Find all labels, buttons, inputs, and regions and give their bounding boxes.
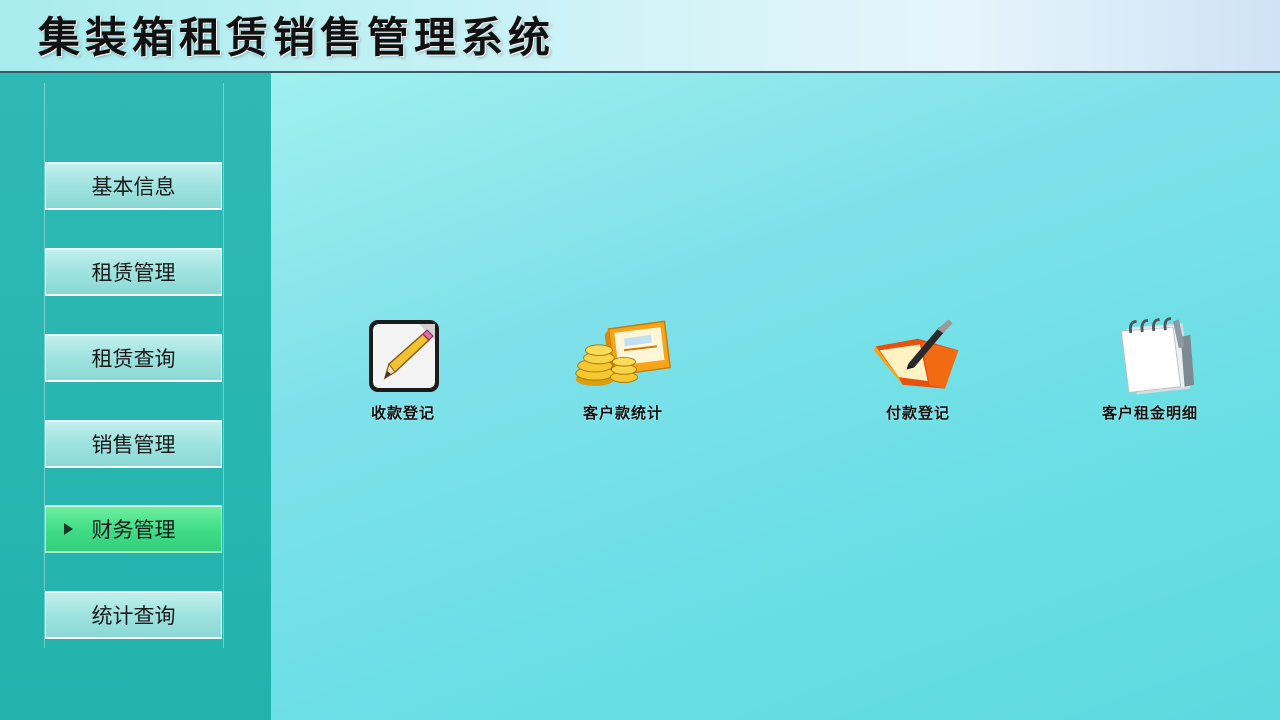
sidebar-item-label: 销售管理 bbox=[91, 432, 176, 457]
sidebar-item-statistics-query[interactable]: 统计查询 bbox=[45, 591, 222, 639]
sidebar-item-basic-info[interactable]: 基本信息 bbox=[45, 162, 222, 210]
edit-document-icon bbox=[369, 320, 439, 392]
sidebar-item-label: 租赁查询 bbox=[91, 346, 176, 371]
main-panel: 收款登记 客户款统计 付款登记 客户租金明细 bbox=[271, 73, 1280, 720]
sidebar-item-finance-management[interactable]: 财务管理 bbox=[45, 505, 222, 553]
coins-card-icon bbox=[575, 320, 672, 386]
tile-label: 收款登记 bbox=[370, 404, 435, 422]
tile-label: 付款登记 bbox=[885, 404, 950, 422]
sidebar: 基本信息 租赁管理 租赁查询 销售管理 财务管理 统计查询 bbox=[0, 73, 271, 720]
tile-payment-registration[interactable]: 付款登记 bbox=[843, 316, 993, 436]
sidebar-item-label: 基本信息 bbox=[91, 174, 176, 199]
tile-customer-payment-stats[interactable]: 客户款统计 bbox=[548, 316, 698, 436]
folder-pen-icon bbox=[873, 319, 959, 389]
sidebar-item-rental-query[interactable]: 租赁查询 bbox=[45, 334, 222, 382]
tile-payment-receipt[interactable]: 收款登记 bbox=[328, 316, 478, 436]
active-arrow-icon bbox=[64, 522, 73, 535]
sidebar-item-label: 财务管理 bbox=[91, 517, 176, 542]
tile-customer-rent-details[interactable]: 客户租金明细 bbox=[1075, 316, 1225, 436]
spiral-notepad-icon bbox=[1120, 317, 1195, 395]
tile-label: 客户款统计 bbox=[582, 404, 663, 422]
sidebar-item-rental-management[interactable]: 租赁管理 bbox=[45, 248, 222, 296]
tile-label: 客户租金明细 bbox=[1101, 404, 1198, 422]
sidebar-item-label: 租赁管理 bbox=[91, 260, 176, 285]
sidebar-item-sales-management[interactable]: 销售管理 bbox=[45, 420, 222, 468]
app-title: 集装箱租赁销售管理系统 bbox=[38, 13, 556, 62]
title-bar: 集装箱租赁销售管理系统 bbox=[0, 0, 1280, 73]
sidebar-item-label: 统计查询 bbox=[91, 603, 176, 628]
